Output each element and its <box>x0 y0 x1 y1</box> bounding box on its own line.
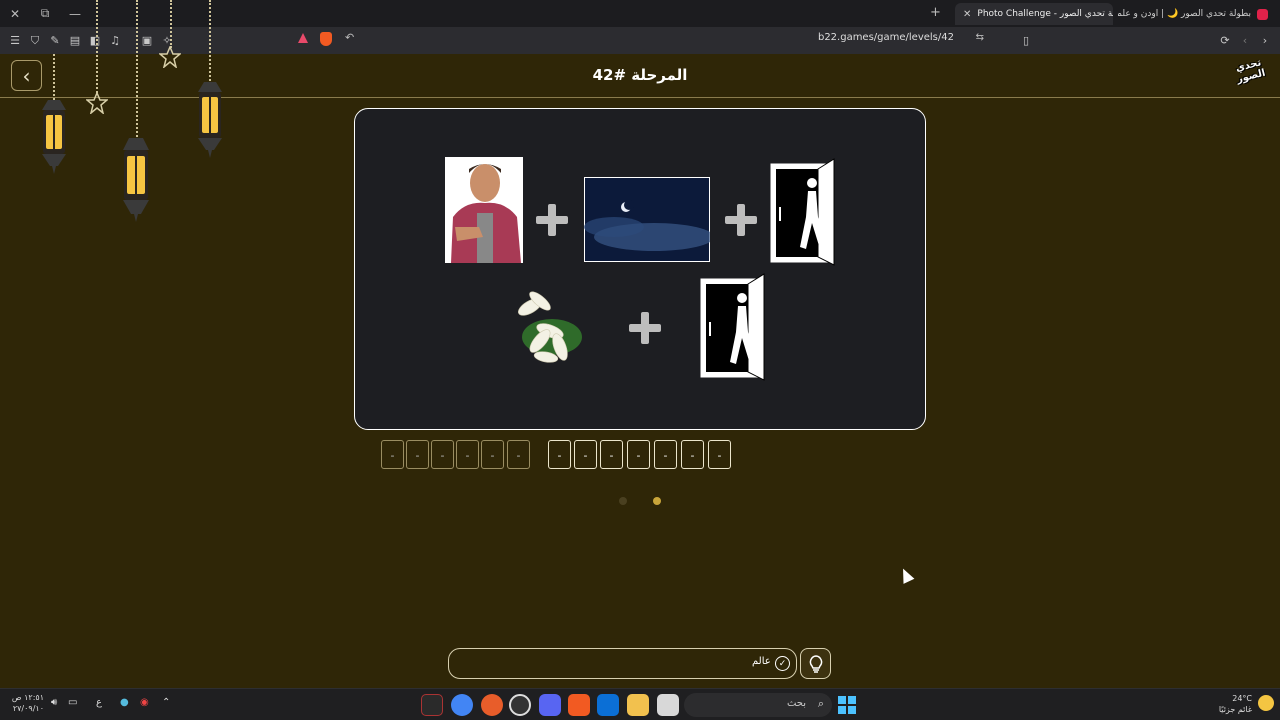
pagination-dot[interactable] <box>619 497 627 505</box>
plus-icon <box>629 312 661 344</box>
taskbar: ١٢:٥١ ص ٢٧/٠٩/١٠ 🔊︎ ▭ ع ● ◉ ⌃ بحث ⌕ 24°C… <box>0 688 1280 720</box>
sidebar-icon[interactable]: ◧ <box>85 31 105 51</box>
epic-games-icon[interactable] <box>421 694 443 716</box>
letter-slot[interactable]: - <box>507 440 530 469</box>
puzzle-card <box>354 108 926 430</box>
reload-icon[interactable]: ⟳ <box>1215 31 1235 51</box>
tab-close-icon[interactable]: ✕ <box>963 9 971 20</box>
site-settings-icon[interactable]: ⇆ <box>976 32 984 43</box>
tab-channel[interactable]: (2) بطولة تحدي الصور 🌙 | اودن و علما <box>1118 3 1276 25</box>
brave-icon[interactable] <box>568 694 590 716</box>
url-text: b22.games/game/levels/42 <box>817 32 954 43</box>
answer-slots: - - - - - - - - - - - - - <box>0 440 1280 469</box>
person-exiting-door-image <box>770 158 835 266</box>
lantern-chain <box>209 0 211 84</box>
clock[interactable]: ١٢:٥١ ص ٢٧/٠٩/١٠ <box>8 692 44 714</box>
discord-icon[interactable] <box>539 694 561 716</box>
lantern-chain <box>170 0 172 48</box>
weather-icon <box>1258 695 1274 711</box>
store-icon[interactable] <box>597 694 619 716</box>
letter-slot[interactable]: - <box>481 440 504 469</box>
mouse-cursor <box>897 566 915 584</box>
lantern-icon <box>123 138 149 222</box>
weather-widget[interactable]: 24°C غائم جزئيًا <box>1219 693 1252 715</box>
lantern-chain <box>136 0 138 140</box>
brave-rewards-icon[interactable] <box>298 33 308 43</box>
address-bar[interactable]: ↶ b22.games/game/levels/42 ⇆ <box>290 31 990 50</box>
search-icon: ⌕ <box>817 697 824 710</box>
word-hint-text: عالم <box>752 656 771 667</box>
star-ornament-icon <box>86 92 108 114</box>
weather-temp: 24°C <box>1232 694 1252 703</box>
lantern-chain <box>53 54 55 104</box>
tab-title: (2) بطولة تحدي الصور 🌙 | اودن و علما <box>1118 9 1251 19</box>
letter-slot[interactable]: - <box>456 440 479 469</box>
window-close-button[interactable]: ✕ <box>0 0 30 27</box>
reader-icon[interactable]: ▤ <box>65 31 85 51</box>
pagination-dot-active[interactable] <box>653 497 661 505</box>
tab-bar: ✕ ⧉ — + ✕ Photo Challenge - لعبة تحدي ال… <box>0 0 1280 27</box>
start-icon[interactable] <box>836 694 858 716</box>
letter-slot[interactable]: - <box>574 440 597 469</box>
search-placeholder: بحث <box>786 698 806 709</box>
level-title: المرحلة #42 <box>592 66 688 84</box>
back-icon[interactable]: ‹ <box>1235 31 1255 51</box>
speaker-icon[interactable]: 🔊︎ <box>51 697 57 708</box>
screenshot-icon[interactable]: ▣ <box>137 31 157 51</box>
window-minimize-button[interactable]: — <box>60 0 90 27</box>
app-icon[interactable] <box>657 694 679 716</box>
night-sky-image <box>584 177 710 262</box>
display-icon[interactable]: ▭ <box>68 697 77 708</box>
weather-desc: غائم جزئيًا <box>1218 705 1252 714</box>
window-restore-button[interactable]: ⧉ <box>30 0 60 27</box>
language-indicator[interactable]: ع <box>96 697 102 708</box>
letter-slot[interactable]: - <box>431 440 454 469</box>
undo-icon[interactable]: ↶ <box>345 31 354 44</box>
letter-slot[interactable]: - <box>548 440 571 469</box>
app-icon[interactable] <box>481 694 503 716</box>
letter-slot[interactable]: - <box>654 440 677 469</box>
plus-icon <box>725 204 757 236</box>
star-ornament-icon <box>159 46 181 68</box>
clock-time: ١٢:٥١ ص <box>11 693 44 702</box>
letter-slot[interactable]: - <box>708 440 731 469</box>
bookmark-icon[interactable]: ▯ <box>1016 31 1036 51</box>
clock-date: ٢٧/٠٩/١٠ <box>12 704 44 713</box>
chrome-icon[interactable] <box>451 694 473 716</box>
hint-button[interactable] <box>800 648 831 679</box>
tab-title: Photo Challenge - لعبة تحدي الصور <box>977 9 1113 19</box>
plus-icon <box>536 204 568 236</box>
forward-icon[interactable]: › <box>1255 31 1275 51</box>
game-header: ‹ المرحلة #42 تحدي الصور <box>0 54 1280 98</box>
person-exiting-door-image <box>700 273 765 381</box>
man-pointing-image <box>445 157 523 263</box>
folder-icon[interactable] <box>627 694 649 716</box>
taskbar-search[interactable]: بحث ⌕ <box>684 693 832 717</box>
tab-favicon <box>1257 8 1268 20</box>
chevron-up-icon[interactable]: ⌃ <box>162 697 170 708</box>
answer-input[interactable] <box>448 648 797 679</box>
record-icon[interactable]: ◉ <box>140 697 149 708</box>
shield-icon[interactable]: ⛉ <box>25 31 45 51</box>
letter-slot[interactable]: - <box>381 440 404 469</box>
lantern-icon <box>198 82 222 158</box>
new-tab-button[interactable]: + <box>930 5 941 20</box>
lightbulb-icon <box>809 654 822 673</box>
brave-shield-icon[interactable] <box>320 32 332 46</box>
letter-slot[interactable]: - <box>406 440 429 469</box>
music-icon[interactable]: ♫ <box>105 31 125 51</box>
check-icon[interactable]: ✓ <box>775 656 790 671</box>
menu-icon[interactable]: ☰ <box>5 31 25 51</box>
lantern-icon <box>42 100 66 174</box>
app-icon[interactable] <box>509 694 531 716</box>
tab-photo-challenge[interactable]: ✕ Photo Challenge - لعبة تحدي الصور <box>955 3 1113 25</box>
letter-slot[interactable]: - <box>627 440 650 469</box>
lantern-chain <box>96 0 98 93</box>
microphone-icon[interactable]: ● <box>120 697 129 708</box>
letter-slot[interactable]: - <box>600 440 623 469</box>
brush-icon[interactable]: ✎ <box>45 31 65 51</box>
letter-slot[interactable]: - <box>681 440 704 469</box>
game-logo: تحدي الصور <box>1234 57 1267 86</box>
white-lilies-image <box>518 291 582 363</box>
